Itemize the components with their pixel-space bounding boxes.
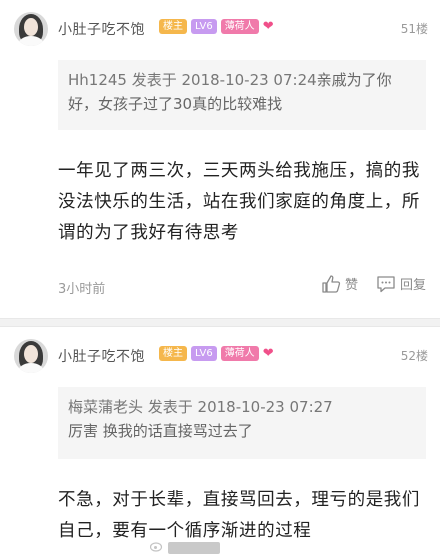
level-badge: LV6 bbox=[191, 346, 217, 361]
quoted-reply[interactable]: 梅菜蒲老头 发表于 2018-10-23 07:27 厉害 换我的话直接骂过去了 bbox=[58, 387, 426, 459]
watermark bbox=[149, 540, 220, 555]
avatar[interactable] bbox=[14, 12, 48, 46]
weibo-icon bbox=[149, 540, 164, 555]
level-badge: LV6 bbox=[191, 19, 217, 34]
comment-card: 小肚子吃不饱 楼主 LV6 薄荷人 ❤ 51楼 Hh1245 发表于 2018-… bbox=[0, 0, 440, 318]
comment-actions: 赞 回复 bbox=[321, 274, 426, 293]
watermark-logo bbox=[168, 541, 220, 554]
quoted-reply[interactable]: Hh1245 发表于 2018-10-23 07:24亲戚为了你好，女孩子过了3… bbox=[58, 60, 426, 130]
comment-icon bbox=[376, 275, 396, 293]
username[interactable]: 小肚子吃不饱 bbox=[58, 19, 145, 39]
divider bbox=[0, 318, 440, 327]
floor-number: 52楼 bbox=[400, 349, 428, 363]
title-badge: 薄荷人 bbox=[220, 19, 259, 34]
timestamp: 3小时前 bbox=[58, 282, 106, 297]
like-button[interactable]: 赞 bbox=[321, 274, 358, 293]
comment-body: 不急，对于长辈，直接骂回去，理亏的是我们自己，要有一个循序渐进的过程 bbox=[58, 490, 420, 541]
avatar[interactable] bbox=[14, 339, 48, 373]
comment-card: 小肚子吃不饱 楼主 LV6 薄荷人 ❤ 52楼 梅菜蒲老头 发表于 2018-1… bbox=[0, 327, 440, 559]
owner-badge: 楼主 bbox=[159, 346, 187, 361]
reply-button[interactable]: 回复 bbox=[376, 274, 426, 293]
heart-icon: ❤ bbox=[262, 19, 274, 34]
comment-body: 一年见了两三次，三天两头给我施压，搞的我没法快乐的生活，站在我们家庭的角度上，所… bbox=[58, 161, 420, 243]
quote-author: Hh1245 发表于 2018-10-23 07:24 bbox=[68, 71, 317, 89]
owner-badge: 楼主 bbox=[159, 19, 187, 34]
reply-label: 回复 bbox=[399, 278, 426, 293]
quote-text: 厉害 换我的话直接骂过去了 bbox=[68, 422, 253, 440]
floor-number: 51楼 bbox=[400, 22, 428, 36]
like-label: 赞 bbox=[344, 278, 358, 293]
title-badge: 薄荷人 bbox=[220, 346, 259, 361]
badge-group: 楼主 LV6 薄荷人 ❤ bbox=[159, 19, 274, 34]
heart-icon: ❤ bbox=[262, 346, 274, 361]
username[interactable]: 小肚子吃不饱 bbox=[58, 346, 145, 366]
badge-group: 楼主 LV6 薄荷人 ❤ bbox=[159, 346, 274, 361]
comment-header: 小肚子吃不饱 楼主 LV6 薄荷人 ❤ 52楼 bbox=[0, 327, 440, 385]
quote-author: 梅菜蒲老头 发表于 2018-10-23 07:27 bbox=[68, 398, 333, 416]
thumbs-up-icon bbox=[321, 274, 341, 293]
comment-header: 小肚子吃不饱 楼主 LV6 薄荷人 ❤ 51楼 bbox=[0, 0, 440, 58]
